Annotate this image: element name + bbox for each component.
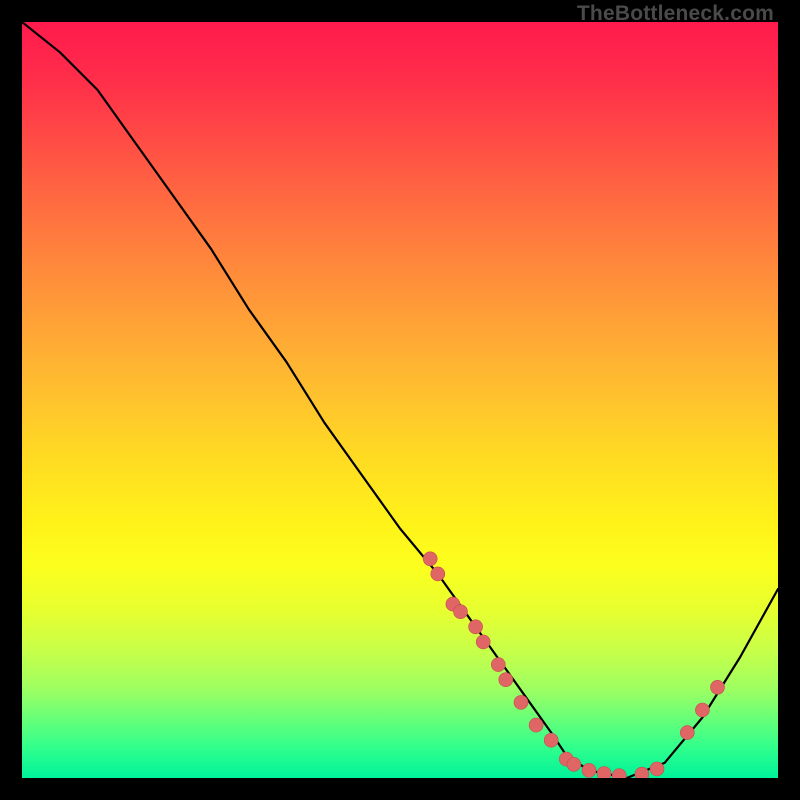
curve-marker bbox=[695, 703, 709, 717]
curve-marker bbox=[454, 605, 468, 619]
curve-marker bbox=[567, 757, 581, 771]
curve-marker bbox=[469, 620, 483, 634]
curve-marker bbox=[635, 767, 649, 778]
chart-overlay bbox=[22, 22, 778, 778]
curve-marker bbox=[491, 658, 505, 672]
curve-marker bbox=[423, 552, 437, 566]
curve-marker bbox=[680, 726, 694, 740]
curve-marker bbox=[529, 718, 543, 732]
watermark-text: TheBottleneck.com bbox=[577, 2, 774, 26]
curve-marker bbox=[544, 733, 558, 747]
curve-marker bbox=[499, 673, 513, 687]
curve-marker bbox=[431, 567, 445, 581]
curve-marker bbox=[514, 695, 528, 709]
bottleneck-curve bbox=[22, 22, 778, 778]
curve-marker bbox=[476, 635, 490, 649]
curve-marker bbox=[650, 762, 664, 776]
curve-marker bbox=[711, 680, 725, 694]
curve-marker bbox=[612, 769, 626, 778]
curve-marker bbox=[582, 763, 596, 777]
curve-marker bbox=[597, 767, 611, 779]
